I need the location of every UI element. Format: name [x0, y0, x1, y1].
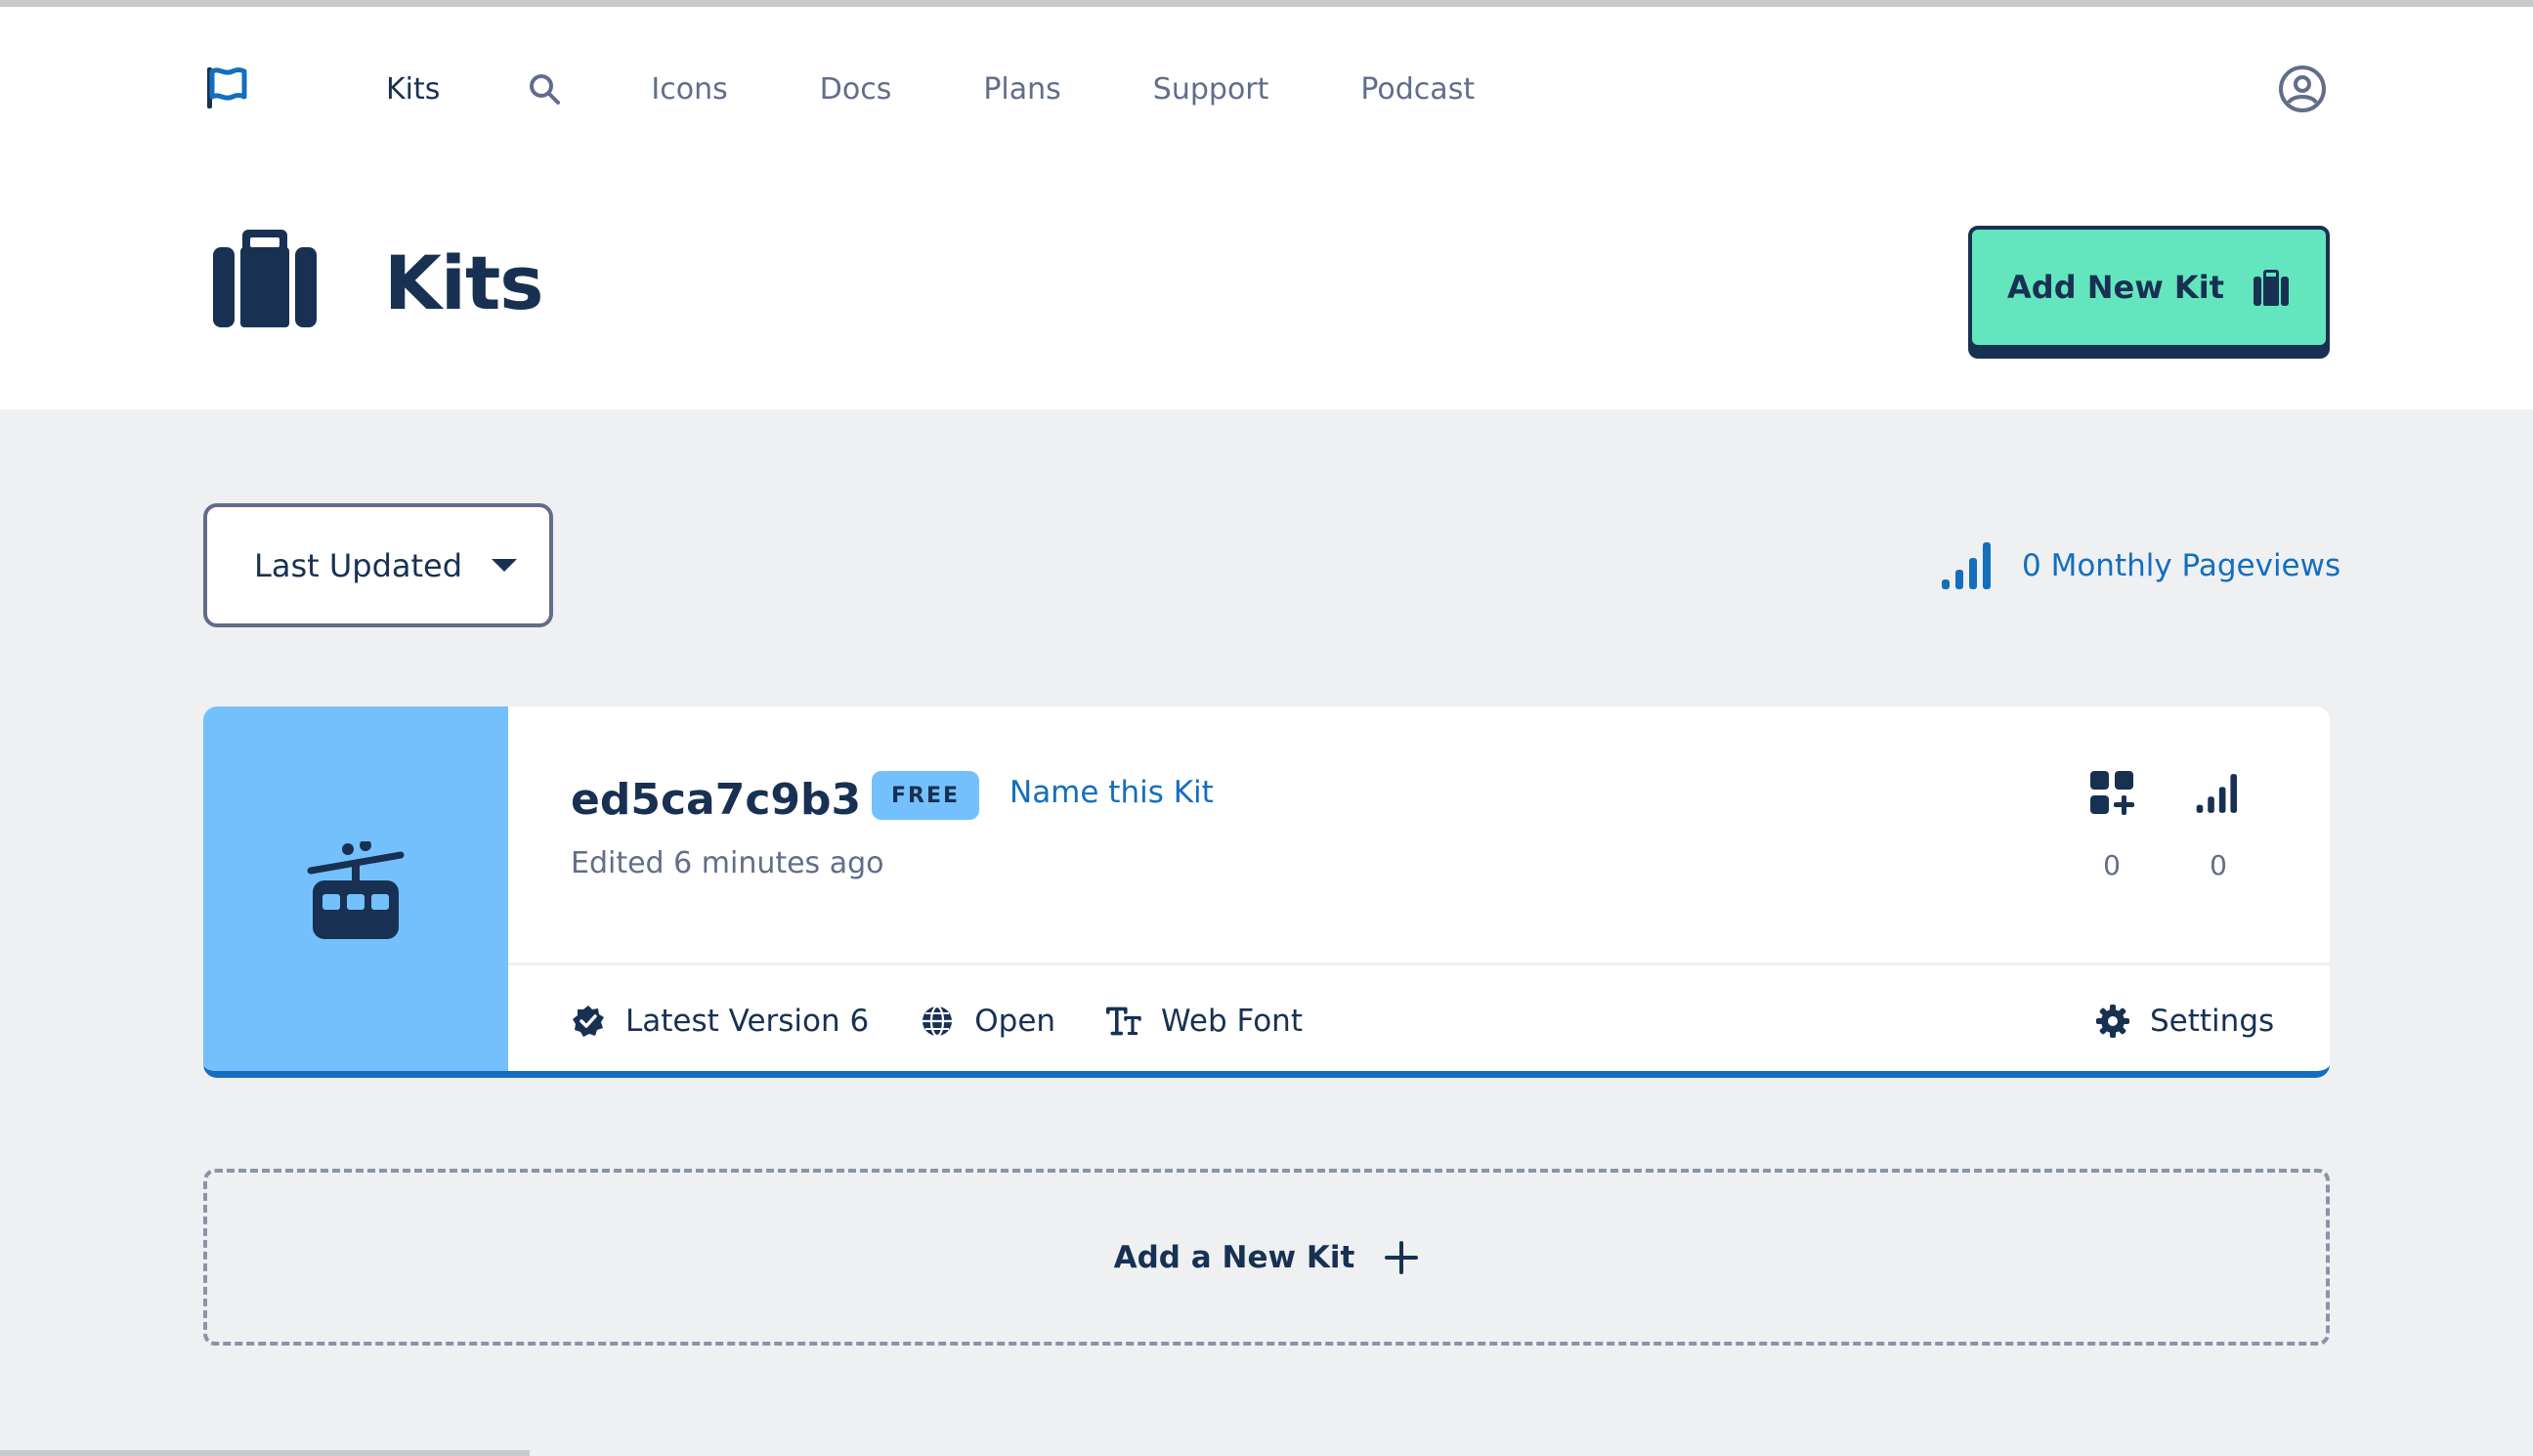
cable-car-icon [307, 841, 405, 939]
nav-support[interactable]: Support [1153, 72, 1269, 107]
caret-down-icon [492, 559, 518, 572]
add-new-kit-label: Add New Kit [2007, 269, 2224, 306]
sort-selected-value: Last Updated [254, 546, 463, 584]
pageviews-label: 0 Monthly Pageviews [2022, 548, 2341, 583]
tech-label: Web Font [1161, 1004, 1303, 1039]
kit-card[interactable]: ed5ca7c9b3 FREE Name this Kit Edited 6 m… [203, 707, 2330, 1078]
settings-label: Settings [2150, 1004, 2275, 1039]
page-header: Kits Icons Docs Plans Support Podcast Ki… [0, 7, 2533, 409]
nav-podcast[interactable]: Podcast [1360, 72, 1475, 107]
nav-kits[interactable]: Kits [386, 72, 440, 107]
kit-thumbnail[interactable] [203, 707, 508, 1071]
kit-access[interactable]: Open [920, 1004, 1055, 1039]
pageviews-stat: 0 [2189, 769, 2248, 881]
horizontal-scrollbar[interactable] [0, 1450, 530, 1456]
kit-meta-row: Latest Version 6 Open Web Font [571, 996, 1353, 1047]
monthly-pageviews: 0 Monthly Pageviews [1940, 540, 2340, 591]
plan-badge: FREE [872, 771, 979, 820]
page-title: Kits [384, 239, 544, 326]
kit-technology[interactable]: Web Font [1106, 1004, 1303, 1039]
add-a-new-kit-label: Add a New Kit [1113, 1239, 1355, 1275]
search-icon[interactable] [528, 72, 561, 106]
badge-check-icon [573, 1006, 604, 1037]
kit-name[interactable]: ed5ca7c9b3 [571, 775, 861, 825]
globe-icon [923, 1005, 953, 1038]
suitcase-icon [213, 230, 317, 327]
add-new-kit-button[interactable]: Add New Kit [1968, 226, 2330, 349]
nav-icons[interactable]: Icons [651, 72, 727, 107]
kit-edited-time: Edited 6 minutes ago [571, 846, 884, 880]
signal-icon [1942, 542, 1991, 589]
flag-icon[interactable] [203, 64, 250, 110]
sort-dropdown[interactable]: Last Updated [203, 503, 553, 627]
suitcase-icon [2253, 270, 2289, 306]
gear-icon [2096, 1005, 2129, 1038]
card-divider [508, 963, 2330, 965]
browser-top-border [0, 0, 2533, 7]
plus-icon [1385, 1240, 1419, 1274]
add-a-new-kit-button[interactable]: Add a New Kit [203, 1169, 2330, 1346]
icons-count: 0 [2103, 849, 2121, 881]
nav-docs[interactable]: Docs [820, 72, 892, 107]
signal-icon [2196, 774, 2238, 813]
access-label: Open [974, 1004, 1056, 1039]
name-this-kit-link[interactable]: Name this Kit [1009, 775, 1214, 810]
views-count: 0 [2210, 849, 2227, 881]
kit-version[interactable]: Latest Version 6 [571, 1004, 869, 1039]
main-nav: Kits Icons Docs Plans Support Podcast [386, 62, 1567, 116]
version-label: Latest Version 6 [625, 1004, 870, 1039]
user-circle-icon[interactable] [2277, 64, 2328, 114]
icons-stat: 0 [2082, 769, 2141, 881]
grid-plus-icon [2090, 771, 2134, 815]
nav-plans[interactable]: Plans [983, 72, 1060, 107]
text-size-icon [1106, 1006, 1141, 1036]
kit-settings-button[interactable]: Settings [2095, 996, 2274, 1047]
